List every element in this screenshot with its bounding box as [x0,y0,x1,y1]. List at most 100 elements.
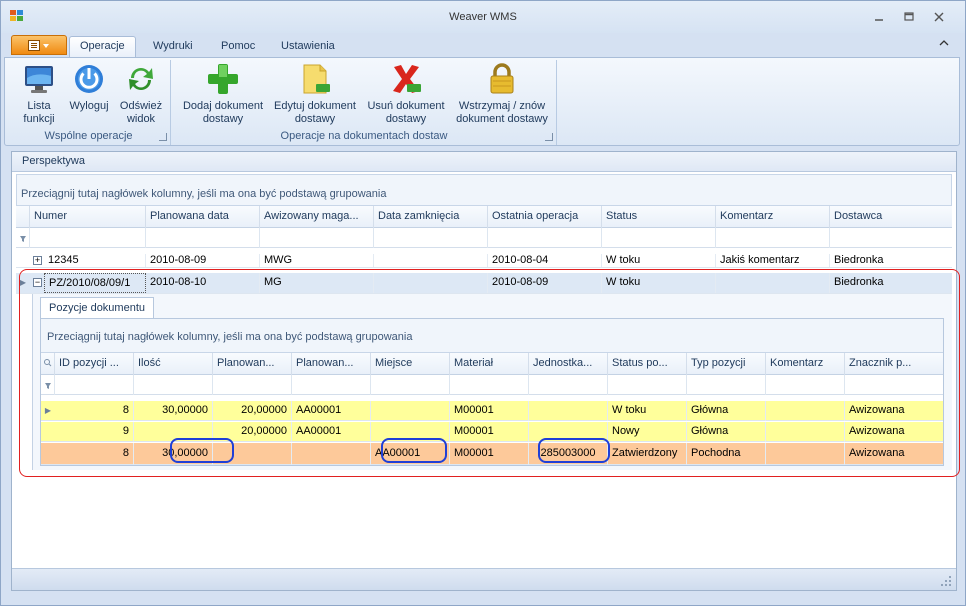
filter-cell[interactable] [134,375,213,395]
column-header-dostawca[interactable]: Dostawca [830,206,952,228]
grid-filter-row [16,228,952,248]
filter-cell[interactable] [766,375,845,395]
minimize-icon[interactable] [871,11,887,23]
wyloguj-label: Wyloguj [69,100,109,112]
perspektywa-panel: Perspektywa Przeciągnij tutaj nagłówek k… [11,151,957,591]
column-header-planowana-data[interactable]: Planowana data [146,206,260,228]
odswiez-widok-button[interactable]: Odśwież widok [113,62,169,126]
ribbon-group-documents-label: Operacje na dokumentach dostaw [280,130,448,142]
dialog-launcher-icon[interactable] [159,133,167,141]
cell-typ-pozycji: Główna [687,401,766,421]
monitor-icon [22,62,56,96]
cell-znacznik: Awizowana [849,447,905,459]
filter-cell[interactable] [292,375,371,395]
cell-status: W toku [602,254,716,267]
filter-cell[interactable] [371,375,450,395]
column-header-jednostka[interactable]: Jednostka... [529,353,608,375]
collapse-icon[interactable]: − [33,278,42,287]
cell-numer: PZ/2010/08/09/1 [44,273,146,293]
column-header-miejsce[interactable]: Miejsce [371,353,450,375]
detail-row[interactable]: ▶ 8 30,00000 20,00000 AA00001 M00001 W t… [41,401,943,421]
column-header-planowane-miejsce[interactable]: Planowan... [292,353,371,375]
filter-cell-ostatnia-operacja[interactable] [488,228,602,248]
column-header-material[interactable]: Materiał [450,353,529,375]
expand-icon[interactable]: + [33,256,42,265]
filter-cell[interactable] [450,375,529,395]
detail-group-by-panel[interactable]: Przeciągnij tutaj nagłówek kolumny, jeśl… [41,319,943,353]
ribbon-group-documents: Dodaj dokument dostawy Edytuj dokument d… [172,60,557,145]
filter-cell-komentarz[interactable] [716,228,830,248]
column-header-komentarz[interactable]: Komentarz [716,206,830,228]
filter-cell-numer[interactable] [30,228,146,248]
close-icon[interactable] [931,11,947,23]
tab-pomoc[interactable]: Pomoc [211,37,265,57]
column-header-ostatnia-operacja[interactable]: Ostatnia operacja [488,206,602,228]
column-header-status[interactable]: Status [602,206,716,228]
cell-ostatnia-operacja: 2010-08-09 [488,273,602,293]
group-by-panel[interactable]: Przeciągnij tutaj nagłówek kolumny, jeśl… [16,174,952,206]
filter-cell[interactable] [845,375,943,395]
filter-cell[interactable] [213,375,292,395]
cell-awizowany-magazyn: MWG [260,254,374,267]
wyloguj-button[interactable]: Wyloguj [63,62,115,113]
cell-status: W toku [602,273,716,293]
group-by-hint: Przeciągnij tutaj nagłówek kolumny, jeśl… [21,188,387,200]
cell-material: M00001 [450,422,529,442]
dodaj-dokument-button[interactable]: Dodaj dokument dostawy [178,62,268,126]
column-header-awizowany-magazyn[interactable]: Awizowany maga... [260,206,374,228]
filter-cell-dostawca[interactable] [830,228,952,248]
cell-miejsce [371,401,450,421]
filter-cell[interactable] [55,375,134,395]
table-row-selected[interactable]: ▶ − PZ/2010/08/09/1 2010-08-10 MG 2010-0… [16,273,952,294]
column-header-id-pozycji[interactable]: ID pozycji ... [55,353,134,375]
table-row[interactable]: + 12345 2010-08-09 MWG 2010-08-04 W toku… [16,254,952,268]
filter-cell[interactable] [529,375,608,395]
tab-wydruki[interactable]: Wydruki [143,37,203,57]
tab-pozycje-dokumentu[interactable]: Pozycje dokumentu [40,297,154,318]
filter-cell[interactable] [608,375,687,395]
cell-komentarz [766,422,845,442]
column-chooser-search-icon[interactable] [41,353,55,375]
cell-znacznik: Awizowana [849,404,905,416]
cell-planowane-miejsce [292,443,371,465]
cell-ilosc: 30,00000 [134,401,213,421]
header-indicator-cell [16,206,30,228]
column-header-znacznik[interactable]: Znacznik p... [845,353,943,375]
panel-title: Perspektywa [12,152,956,172]
column-header-numer[interactable]: Numer [30,206,146,228]
cell-id-pozycji: 8 [55,401,134,421]
cell-ostatnia-operacja: 2010-08-04 [488,254,602,267]
cell-dostawca: Biedronka [834,276,884,288]
lista-funkcji-button[interactable]: Lista funkcji [11,62,67,126]
status-bar [12,568,956,590]
filter-cell-awizowany-magazyn[interactable] [260,228,374,248]
resize-grip-icon[interactable] [940,575,952,587]
column-header-komentarz[interactable]: Komentarz [766,353,845,375]
wstrzymaj-dokument-button[interactable]: Wstrzymaj / znów dokument dostawy [450,62,554,126]
application-menu-button[interactable] [11,35,67,55]
filter-cell-data-zamkniecia[interactable] [374,228,488,248]
tab-operacje[interactable]: Operacje [69,36,136,57]
cell-typ-pozycji: Pochodna [687,443,766,465]
cell-status-pozycji: Zatwierdzony [608,443,687,465]
usun-dokument-button[interactable]: Usuń dokument dostawy [362,62,450,126]
dodaj-dokument-label: Dodaj dokument dostawy [182,100,264,125]
column-header-planowana-ilosc[interactable]: Planowan... [213,353,292,375]
filter-cell-planowana-data[interactable] [146,228,260,248]
dialog-launcher-icon[interactable] [545,133,553,141]
cell-material: M00001 [450,401,529,421]
column-header-typ-pozycji[interactable]: Typ pozycji [687,353,766,375]
column-header-ilosc[interactable]: Ilość [134,353,213,375]
column-header-data-zamkniecia[interactable]: Data zamknięcia [374,206,488,228]
restore-icon[interactable] [901,11,917,23]
ribbon-collapse-icon[interactable] [939,39,949,50]
filter-cell-status[interactable] [602,228,716,248]
column-header-status-pozycji[interactable]: Status po... [608,353,687,375]
filter-cell[interactable] [687,375,766,395]
cell-awizowany-magazyn: MG [260,273,374,293]
cell-komentarz [716,273,830,293]
row-indicator-icon: ▶ [19,278,27,287]
edytuj-dokument-button[interactable]: Edytuj dokument dostawy [270,62,360,126]
annotation-circle-miejsce [381,438,447,463]
tab-ustawienia[interactable]: Ustawienia [271,37,345,57]
